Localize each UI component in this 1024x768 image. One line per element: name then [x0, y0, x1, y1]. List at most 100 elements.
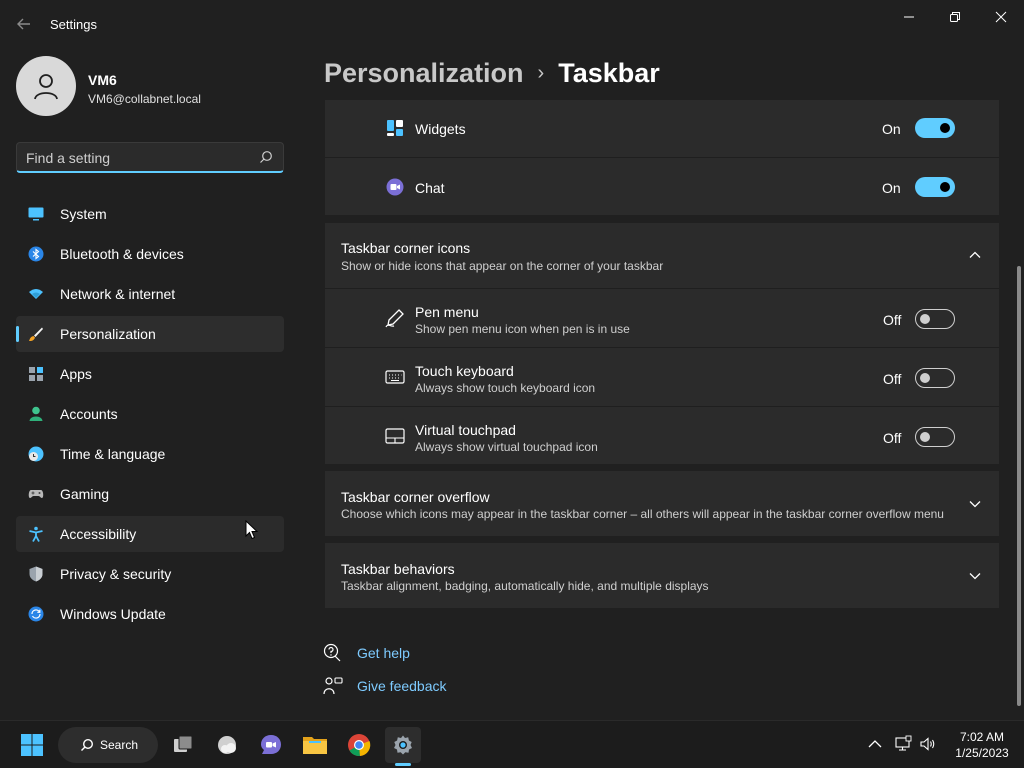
search-input[interactable]	[26, 148, 246, 168]
pen-menu-toggle[interactable]	[915, 309, 955, 329]
minimize-button[interactable]	[886, 6, 932, 28]
breadcrumb-separator: ›	[537, 62, 545, 84]
task-view-icon	[174, 735, 193, 752]
get-help-link[interactable]: Get help	[357, 645, 410, 661]
windows-logo-icon	[21, 734, 43, 756]
speaker-icon[interactable]	[919, 735, 937, 753]
pen-menu-description: Show pen menu icon when pen is in use	[415, 322, 630, 336]
chat-icon	[386, 178, 404, 196]
sidebar-item-label: Privacy & security	[60, 566, 172, 582]
sidebar-item-personalization[interactable]: Personalization	[16, 316, 284, 352]
search-icon[interactable]	[259, 150, 273, 164]
chevron-down-icon[interactable]	[968, 569, 982, 583]
back-button[interactable]	[14, 14, 34, 34]
corner-overflow-title: Taskbar corner overflow	[341, 489, 490, 505]
chat-label: Chat	[415, 180, 445, 196]
network-icon[interactable]	[894, 735, 912, 753]
settings-search[interactable]	[16, 142, 284, 173]
user-icon	[34, 74, 58, 100]
back-arrow-icon	[17, 18, 30, 30]
sidebar-item-network[interactable]: Network & internet	[16, 276, 284, 312]
chevron-up-icon[interactable]	[866, 735, 884, 753]
file-explorer-button[interactable]	[297, 727, 333, 763]
widgets-taskbar-button[interactable]	[209, 727, 245, 763]
virtual-touchpad-toggle[interactable]	[915, 427, 955, 447]
chat-toggle[interactable]	[915, 177, 955, 197]
touchpad-icon	[385, 428, 405, 444]
content-scrollbar[interactable]	[1017, 266, 1021, 706]
accessibility-icon	[29, 526, 43, 542]
corner-overflow-section[interactable]: Taskbar corner overflow Choose which ico…	[325, 471, 999, 536]
sidebar-item-privacy-security[interactable]: Privacy & security	[16, 556, 284, 592]
apps-icon	[29, 367, 43, 381]
sidebar-item-label: System	[60, 206, 107, 222]
virtual-touchpad-row: Virtual touchpad Always show virtual tou…	[325, 407, 999, 464]
weather-cloud-icon	[218, 736, 236, 754]
update-icon	[28, 606, 44, 622]
keyboard-icon	[385, 370, 405, 384]
sidebar-item-system[interactable]: System	[16, 196, 284, 232]
corner-icons-header[interactable]: Taskbar corner icons Show or hide icons …	[325, 223, 999, 288]
help-icon	[323, 643, 341, 662]
touch-keyboard-state-label: Off	[883, 371, 902, 387]
clock-time[interactable]: 7:02 AM	[950, 730, 1014, 744]
widgets-state-label: On	[882, 121, 901, 137]
maximize-button[interactable]	[932, 6, 978, 28]
sidebar-item-time-language[interactable]: Time & language	[16, 436, 284, 472]
wifi-icon	[29, 289, 43, 299]
pen-icon	[385, 309, 404, 328]
give-feedback-link[interactable]: Give feedback	[357, 678, 447, 694]
behaviors-title: Taskbar behaviors	[341, 561, 455, 577]
chat-icon	[261, 735, 281, 754]
system-taskbar: Search 7:02 AM 1/25/2023	[0, 720, 1024, 768]
profile-name: VM6	[88, 72, 117, 88]
toggle-knob	[920, 314, 930, 324]
chat-taskbar-button[interactable]	[253, 727, 289, 763]
breadcrumb-parent[interactable]: Personalization	[324, 58, 524, 88]
sidebar-item-accounts[interactable]: Accounts	[16, 396, 284, 432]
sidebar-item-accessibility[interactable]: Accessibility	[16, 516, 284, 552]
widgets-icon	[387, 120, 403, 136]
clock-globe-icon	[28, 446, 44, 462]
chat-state-label: On	[882, 180, 901, 196]
corner-overflow-subtitle: Choose which icons may appear in the tas…	[341, 507, 944, 521]
touch-keyboard-row: Touch keyboard Always show touch keyboar…	[325, 348, 999, 406]
clock-date[interactable]: 1/25/2023	[950, 746, 1014, 760]
taskbar-search-label: Search	[100, 738, 139, 752]
chevron-up-icon[interactable]	[968, 248, 982, 262]
sidebar-item-windows-update[interactable]: Windows Update	[16, 596, 284, 632]
task-view-button[interactable]	[165, 727, 201, 763]
chevron-down-icon[interactable]	[968, 497, 982, 511]
widgets-label: Widgets	[415, 121, 466, 137]
sidebar-item-apps[interactable]: Apps	[16, 356, 284, 392]
mouse-cursor-icon	[245, 520, 259, 540]
sidebar-item-bluetooth[interactable]: Bluetooth & devices	[16, 236, 284, 272]
sidebar-item-gaming[interactable]: Gaming	[16, 476, 284, 512]
folder-icon	[303, 737, 327, 754]
sidebar-item-label: Bluetooth & devices	[60, 246, 184, 262]
start-button[interactable]	[14, 727, 50, 763]
corner-icons-title: Taskbar corner icons	[341, 240, 471, 256]
close-button[interactable]	[978, 6, 1024, 28]
chat-row: Chat On	[325, 158, 999, 215]
touch-keyboard-toggle[interactable]	[915, 368, 955, 388]
pen-menu-state-label: Off	[883, 312, 902, 328]
shield-icon	[29, 566, 43, 582]
taskbar-search-button[interactable]: Search	[58, 727, 158, 763]
restore-icon	[950, 12, 960, 22]
minimize-icon	[904, 16, 914, 18]
sidebar-item-label: Accessibility	[60, 526, 137, 542]
bluetooth-icon	[28, 246, 44, 262]
active-app-indicator	[395, 763, 411, 766]
chrome-button[interactable]	[341, 727, 377, 763]
virtual-touchpad-description: Always show virtual touchpad icon	[415, 440, 598, 454]
close-icon	[995, 11, 1007, 23]
profile-email: VM6@collabnet.local	[88, 92, 201, 106]
touch-keyboard-label: Touch keyboard	[415, 363, 514, 379]
behaviors-section[interactable]: Taskbar behaviors Taskbar alignment, bad…	[325, 543, 999, 608]
widgets-toggle[interactable]	[915, 118, 955, 138]
settings-taskbar-button[interactable]	[385, 727, 421, 763]
sidebar-item-label: Gaming	[60, 486, 110, 502]
breadcrumb: Personalization › Taskbar	[324, 58, 660, 98]
monitor-icon	[28, 207, 44, 221]
